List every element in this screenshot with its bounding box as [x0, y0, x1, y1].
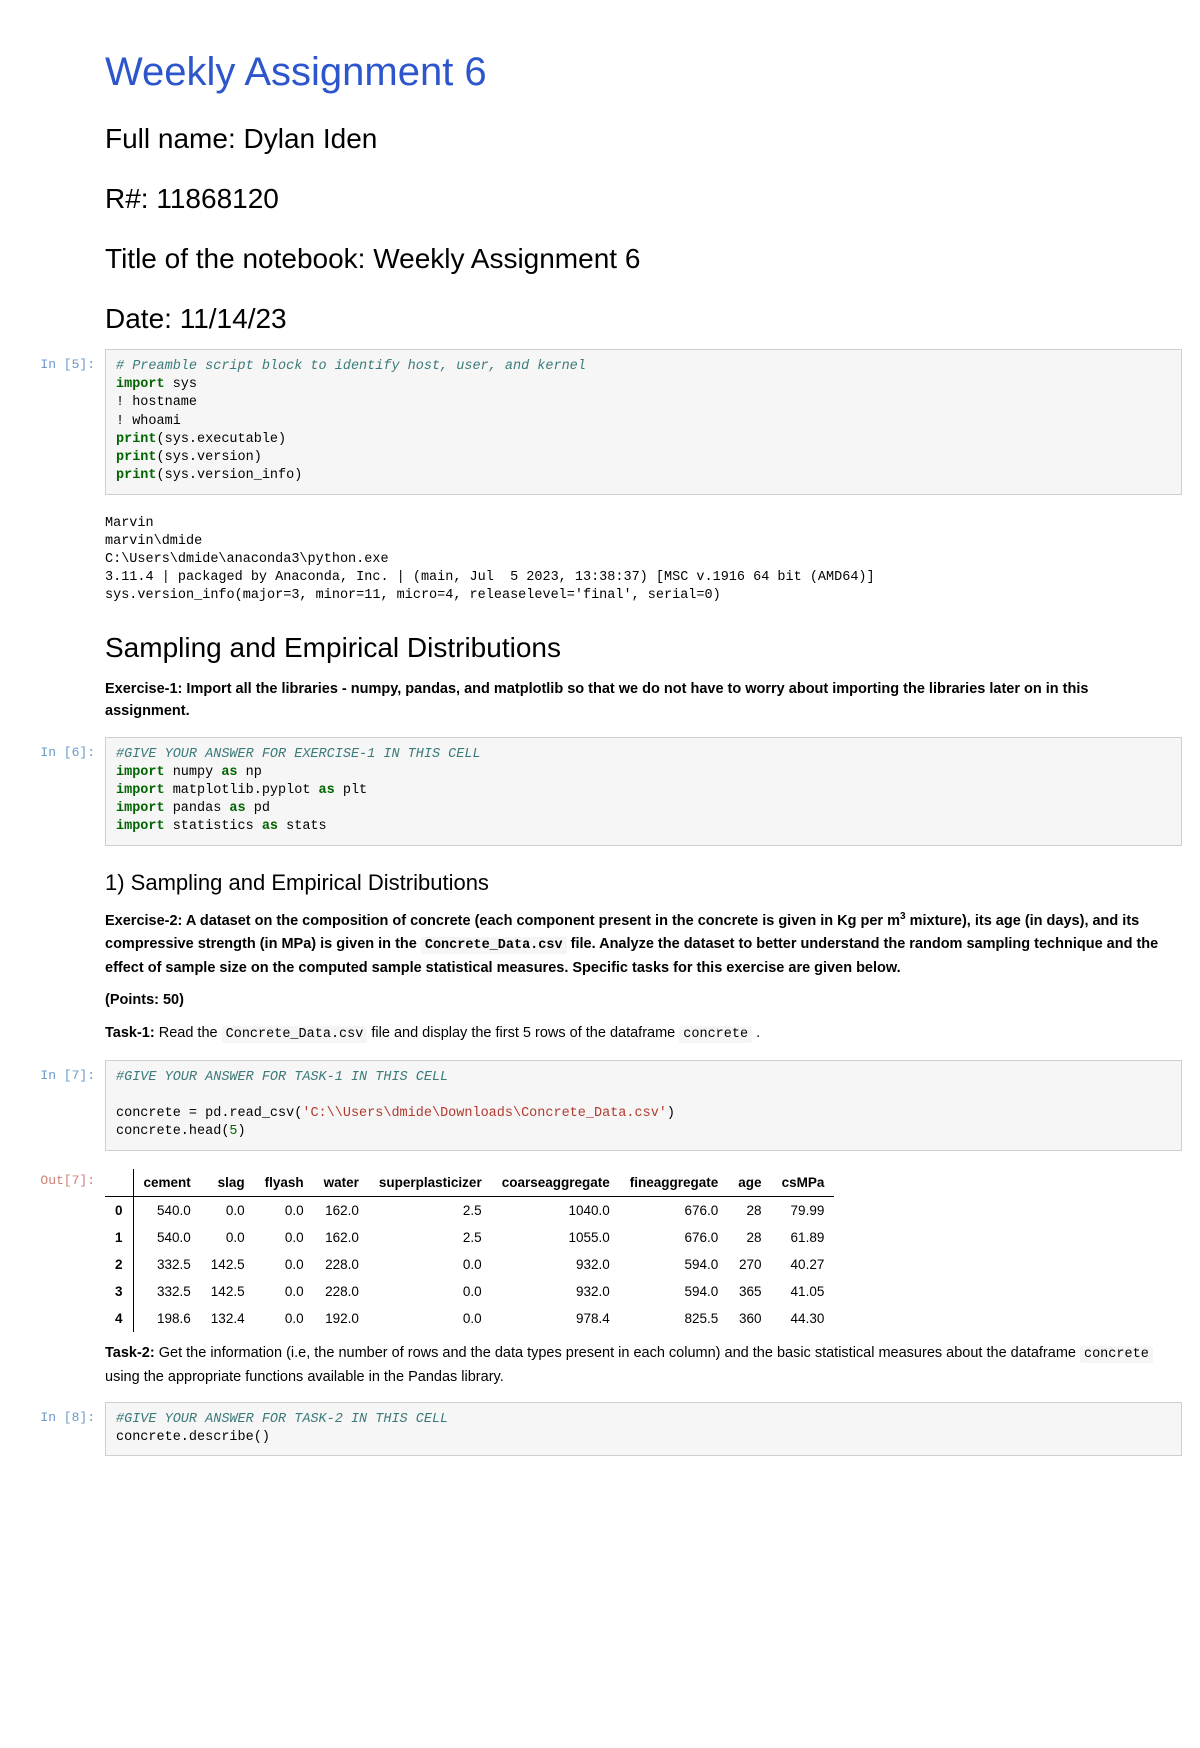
column-header: age: [728, 1169, 771, 1197]
task-1: Task-1: Read the Concrete_Data.csv file …: [105, 1022, 1160, 1046]
row-index: 3: [105, 1278, 133, 1305]
code-input[interactable]: #GIVE YOUR ANSWER FOR EXERCISE-1 IN THIS…: [105, 737, 1182, 846]
cell: 978.4: [492, 1305, 620, 1332]
row-index: 1: [105, 1224, 133, 1251]
cell: 2.5: [369, 1196, 492, 1224]
cell: 0.0: [369, 1278, 492, 1305]
dataframe-table: cementslagflyashwatersuperplasticizercoa…: [105, 1169, 834, 1332]
stdout: Marvin marvin\dmide C:\Users\dmide\anaco…: [105, 509, 1182, 606]
header-rnum: R#: 11868120: [105, 183, 1200, 215]
cell: 676.0: [620, 1224, 729, 1251]
table-row: 1540.00.00.0162.02.51055.0676.02861.89: [105, 1224, 834, 1251]
input-prompt: In [6]:: [0, 737, 105, 846]
cell: 594.0: [620, 1278, 729, 1305]
cell: 825.5: [620, 1305, 729, 1332]
column-header: csMPa: [772, 1169, 835, 1197]
cell: 0.0: [255, 1305, 314, 1332]
cell: 228.0: [314, 1278, 369, 1305]
code-cell: In [5]: # Preamble script block to ident…: [0, 349, 1200, 495]
input-prompt: In [8]:: [0, 1402, 105, 1456]
column-header: slag: [201, 1169, 255, 1197]
cell: 0.0: [255, 1251, 314, 1278]
cell: 162.0: [314, 1196, 369, 1224]
cell: 192.0: [314, 1305, 369, 1332]
cell: 0.0: [255, 1278, 314, 1305]
cell: 1040.0: [492, 1196, 620, 1224]
cell: 41.05: [772, 1278, 835, 1305]
cell: 1055.0: [492, 1224, 620, 1251]
cell: 332.5: [133, 1278, 201, 1305]
cell: 61.89: [772, 1224, 835, 1251]
points: (Points: 50): [105, 989, 1160, 1011]
cell: 40.27: [772, 1251, 835, 1278]
output-prompt: [0, 509, 105, 606]
notebook-page: Weekly Assignment 6 Full name: Dylan Ide…: [0, 50, 1200, 1748]
exercise-1: Exercise-1: Import all the libraries - n…: [105, 678, 1160, 723]
cell: 0.0: [201, 1224, 255, 1251]
column-header: superplasticizer: [369, 1169, 492, 1197]
cell: 332.5: [133, 1251, 201, 1278]
code-cell: In [7]: #GIVE YOUR ANSWER FOR TASK-1 IN …: [0, 1060, 1200, 1151]
cell: 270: [728, 1251, 771, 1278]
cell: 594.0: [620, 1251, 729, 1278]
section-heading: Sampling and Empirical Distributions: [105, 632, 1200, 664]
cell: 2.5: [369, 1224, 492, 1251]
cell: 360: [728, 1305, 771, 1332]
cell: 540.0: [133, 1224, 201, 1251]
task-2: Task-2: Get the information (i.e, the nu…: [105, 1342, 1160, 1388]
cell: 932.0: [492, 1278, 620, 1305]
column-header: water: [314, 1169, 369, 1197]
cell: 28: [728, 1196, 771, 1224]
cell: 0.0: [201, 1196, 255, 1224]
cell: 142.5: [201, 1251, 255, 1278]
cell: 142.5: [201, 1278, 255, 1305]
output-cell: Marvin marvin\dmide C:\Users\dmide\anaco…: [0, 509, 1200, 606]
column-header: coarseaggregate: [492, 1169, 620, 1197]
cell: 540.0: [133, 1196, 201, 1224]
header-nbtitle: Title of the notebook: Weekly Assignment…: [105, 243, 1200, 275]
cell: 132.4: [201, 1305, 255, 1332]
table-row: 4198.6132.40.0192.00.0978.4825.536044.30: [105, 1305, 834, 1332]
table-row: 2332.5142.50.0228.00.0932.0594.027040.27: [105, 1251, 834, 1278]
input-prompt: In [7]:: [0, 1060, 105, 1151]
column-header: fineaggregate: [620, 1169, 729, 1197]
output-prompt: Out[7]:: [0, 1165, 105, 1332]
code-cell: In [6]: #GIVE YOUR ANSWER FOR EXERCISE-1…: [0, 737, 1200, 846]
section-heading-2: 1) Sampling and Empirical Distributions: [105, 870, 1200, 896]
exercise-2: Exercise-2: A dataset on the composition…: [105, 910, 1160, 980]
header-date: Date: 11/14/23: [105, 303, 1200, 335]
cell: 44.30: [772, 1305, 835, 1332]
table-row: 3332.5142.50.0228.00.0932.0594.036541.05: [105, 1278, 834, 1305]
row-index: 4: [105, 1305, 133, 1332]
cell: 365: [728, 1278, 771, 1305]
code-cell: In [8]: #GIVE YOUR ANSWER FOR TASK-2 IN …: [0, 1402, 1200, 1456]
cell: 0.0: [255, 1224, 314, 1251]
cell: 28: [728, 1224, 771, 1251]
table-corner: [105, 1169, 133, 1197]
cell: 198.6: [133, 1305, 201, 1332]
cell: 162.0: [314, 1224, 369, 1251]
code-input[interactable]: #GIVE YOUR ANSWER FOR TASK-2 IN THIS CEL…: [105, 1402, 1182, 1456]
cell: 228.0: [314, 1251, 369, 1278]
input-prompt: In [5]:: [0, 349, 105, 495]
cell: 676.0: [620, 1196, 729, 1224]
output-cell: Out[7]: cementslagflyashwatersuperplasti…: [0, 1165, 1200, 1332]
table-row: 0540.00.00.0162.02.51040.0676.02879.99: [105, 1196, 834, 1224]
cell: 0.0: [255, 1196, 314, 1224]
cell: 0.0: [369, 1305, 492, 1332]
header-name: Full name: Dylan Iden: [105, 123, 1200, 155]
code-input[interactable]: # Preamble script block to identify host…: [105, 349, 1182, 495]
column-header: cement: [133, 1169, 201, 1197]
row-index: 0: [105, 1196, 133, 1224]
cell: 0.0: [369, 1251, 492, 1278]
code-input[interactable]: #GIVE YOUR ANSWER FOR TASK-1 IN THIS CEL…: [105, 1060, 1182, 1151]
row-index: 2: [105, 1251, 133, 1278]
page-title: Weekly Assignment 6: [105, 50, 1200, 95]
cell: 932.0: [492, 1251, 620, 1278]
column-header: flyash: [255, 1169, 314, 1197]
cell: 79.99: [772, 1196, 835, 1224]
